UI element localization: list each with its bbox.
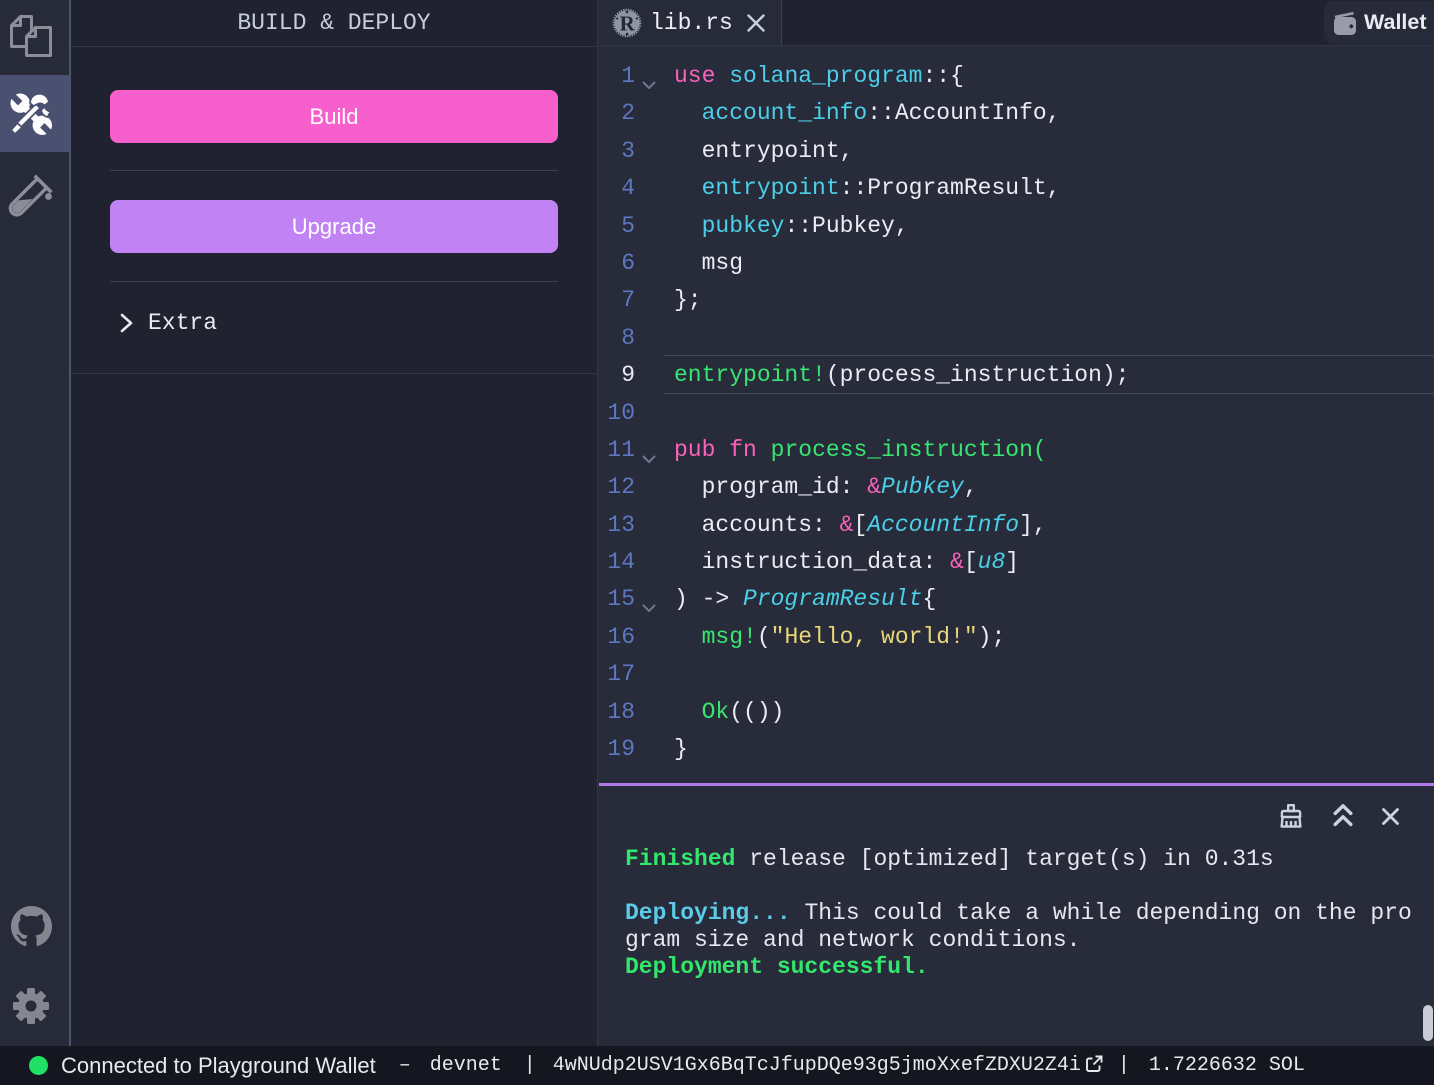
svg-text:R: R <box>620 11 636 35</box>
